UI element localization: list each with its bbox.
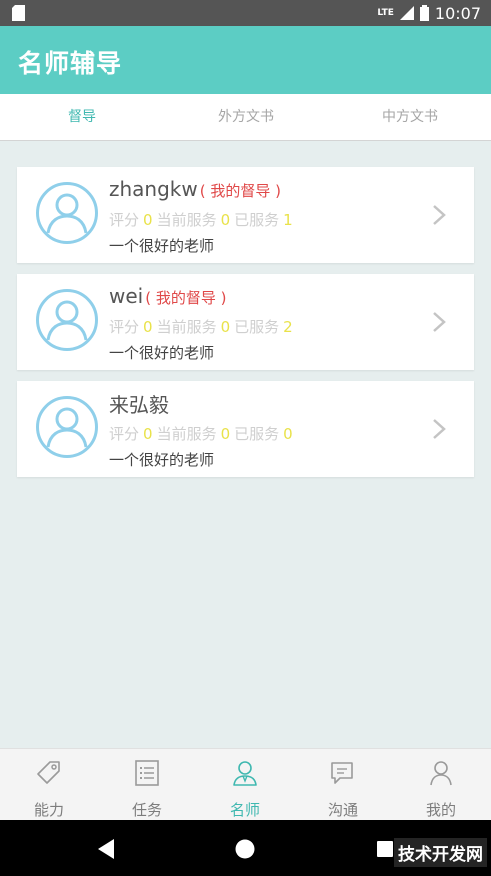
rating-value: 0 <box>143 211 153 229</box>
tab-foreign-documents[interactable]: 外方文书 <box>164 94 328 140</box>
rating-value: 0 <box>143 425 153 443</box>
rating-label: 评分 <box>109 425 140 443</box>
current-service-label: 当前服务 <box>156 318 217 336</box>
served-value: 2 <box>283 318 293 336</box>
teacher-name-line: 来弘毅 <box>109 389 171 418</box>
status-bar: LTE 10:07 <box>0 0 491 26</box>
back-icon[interactable] <box>96 838 116 860</box>
signal-icon <box>399 6 414 20</box>
nav-mine[interactable]: 我的 <box>392 749 490 821</box>
teacher-icon <box>233 761 257 786</box>
served-label: 已服务 <box>234 425 280 443</box>
teacher-name-line: wei( 我的督导 ) <box>109 284 226 308</box>
nav-tasks-label: 任务 <box>131 801 162 819</box>
home-icon[interactable] <box>235 839 255 859</box>
teacher-description: 一个很好的老师 <box>109 237 215 255</box>
served-value: 0 <box>283 425 293 443</box>
teacher-description: 一个很好的老师 <box>109 451 215 469</box>
teacher-description: 一个很好的老师 <box>109 344 215 362</box>
current-service-label: 当前服务 <box>156 425 217 443</box>
served-label: 已服务 <box>234 318 280 336</box>
watermark: 技术开发网 <box>394 838 487 867</box>
teacher-stats: 评分 0 当前服务 0 已服务 0 <box>109 423 297 444</box>
app-bar: 名师辅导 <box>0 26 491 94</box>
tab-supervisor[interactable]: 督导 <box>0 94 164 140</box>
my-supervisor-tag: ( 我的督导 ) <box>199 182 281 200</box>
nav-mine-label: 我的 <box>425 801 456 819</box>
rating-value: 0 <box>143 318 153 336</box>
teacher-card[interactable]: 来弘毅 评分 0 当前服务 0 已服务 0 一个很好的老师 <box>17 381 474 477</box>
avatar-icon <box>36 396 98 458</box>
nav-communication[interactable]: 沟通 <box>294 749 392 821</box>
nav-tasks[interactable]: 任务 <box>98 749 196 821</box>
teacher-name: 来弘毅 <box>109 393 169 417</box>
teacher-stats: 评分 0 当前服务 0 已服务 2 <box>109 316 297 337</box>
teacher-stats: 评分 0 当前服务 0 已服务 1 <box>109 209 297 230</box>
nav-communication-label: 沟通 <box>327 801 358 819</box>
list-icon <box>135 760 159 786</box>
teacher-name-line: zhangkw( 我的督导 ) <box>109 177 281 201</box>
recents-icon[interactable] <box>376 840 394 858</box>
nav-teachers-label: 名师 <box>229 801 260 819</box>
person-icon <box>430 761 452 786</box>
my-supervisor-tag: ( 我的督导 ) <box>145 289 227 307</box>
bottom-navigation: 能力 任务 名师 沟通 我的 <box>0 748 491 821</box>
served-value: 1 <box>283 211 293 229</box>
current-service-value: 0 <box>220 425 231 443</box>
current-service-value: 0 <box>220 211 231 229</box>
nav-ability[interactable]: 能力 <box>0 749 98 821</box>
tag-icon <box>37 761 60 784</box>
current-service-label: 当前服务 <box>156 211 217 229</box>
page-title: 名师辅导 <box>18 49 123 78</box>
teacher-name: wei <box>109 284 144 308</box>
teacher-card[interactable]: wei( 我的督导 ) 评分 0 当前服务 0 已服务 2 一个很好的老师 <box>17 274 474 370</box>
status-right: LTE 10:07 <box>377 0 481 26</box>
chevron-right-icon <box>433 312 446 332</box>
nav-ability-label: 能力 <box>33 801 64 819</box>
clock: 10:07 <box>434 3 481 23</box>
avatar-icon <box>36 289 98 351</box>
chat-icon <box>331 762 353 784</box>
tab-bar: 督导 外方文书 中方文书 <box>0 94 491 141</box>
sd-card-icon <box>12 5 25 21</box>
chevron-right-icon <box>433 205 446 225</box>
chevron-right-icon <box>433 419 446 439</box>
teacher-card[interactable]: zhangkw( 我的督导 ) 评分 0 当前服务 0 已服务 1 一个很好的老师 <box>17 167 474 263</box>
served-label: 已服务 <box>234 211 280 229</box>
rating-label: 评分 <box>109 211 140 229</box>
nav-teachers[interactable]: 名师 <box>196 749 294 821</box>
avatar-icon <box>36 182 98 244</box>
rating-label: 评分 <box>109 318 140 336</box>
battery-icon <box>419 5 429 21</box>
current-service-value: 0 <box>220 318 231 336</box>
teacher-name: zhangkw <box>109 177 198 201</box>
tab-chinese-documents[interactable]: 中方文书 <box>328 94 491 140</box>
network-label: LTE <box>377 8 394 18</box>
